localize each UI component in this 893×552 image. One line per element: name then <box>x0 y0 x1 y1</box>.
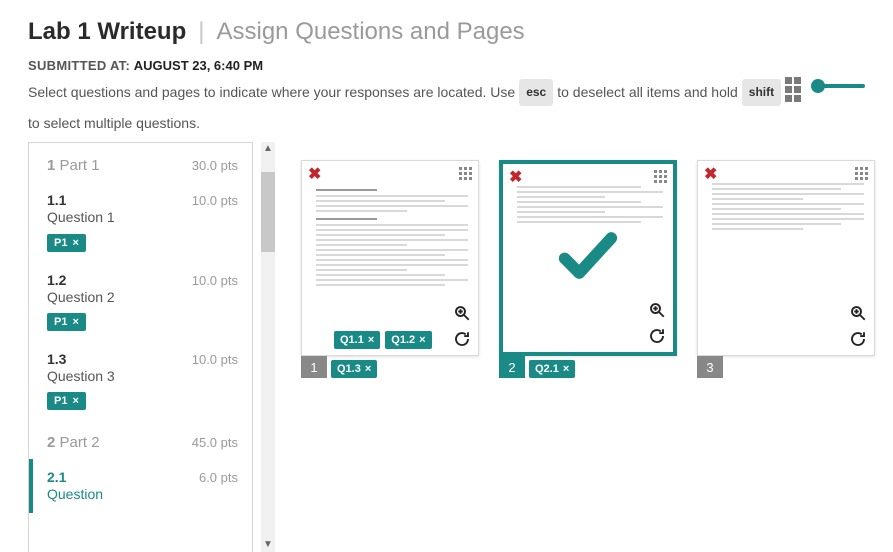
outline-scrollbar[interactable]: ▲ ▼ <box>253 142 283 552</box>
page-tag-p1[interactable]: P1 × <box>47 313 86 331</box>
shift-key: shift <box>742 79 781 106</box>
drag-handle-icon[interactable] <box>855 167 868 180</box>
page-card-3[interactable]: ✖ <box>697 160 875 356</box>
zoom-icon[interactable] <box>848 303 868 323</box>
question-1-2[interactable]: 1.2 10.0 pts Question 2 P1 × <box>29 262 252 341</box>
page-number-badge: 2 <box>499 356 525 378</box>
instr-text-3: to select multiple questions. <box>28 110 200 137</box>
question-2-1[interactable]: 2.1 6.0 pts Question <box>29 459 252 513</box>
remove-page-icon[interactable]: ✖ <box>308 167 321 183</box>
section-pts: 45.0 pts <box>192 435 238 450</box>
page-thumbnail <box>316 183 468 345</box>
zoom-icon[interactable] <box>647 300 667 320</box>
question-pts: 6.0 pts <box>199 470 238 485</box>
page-title-row: Lab 1 Writeup | Assign Questions and Pag… <box>28 18 865 46</box>
question-pts: 10.0 pts <box>192 193 238 208</box>
thumbnail-size-slider[interactable] <box>813 84 865 88</box>
page-tag-p1[interactable]: P1 × <box>47 234 86 252</box>
drag-handle-icon[interactable] <box>459 167 472 180</box>
esc-key: esc <box>519 79 553 106</box>
question-1-3[interactable]: 1.3 10.0 pts Question 3 P1 × <box>29 341 252 420</box>
question-pts: 10.0 pts <box>192 273 238 288</box>
section-num: 2 <box>47 434 55 451</box>
scroll-down-arrow[interactable]: ▼ <box>261 538 275 552</box>
rotate-icon[interactable] <box>452 329 472 349</box>
question-chip-q1-3[interactable]: Q1.3× <box>331 360 377 378</box>
close-icon[interactable]: × <box>72 237 78 249</box>
question-outline: 1 Part 1 30.0 pts 1.1 10.0 pts Question … <box>28 142 253 552</box>
rotate-icon[interactable] <box>647 326 667 346</box>
close-icon[interactable]: × <box>368 334 374 346</box>
question-title: Question 2 <box>47 288 238 306</box>
title-separator: | <box>198 18 204 46</box>
thumbnail-size-controls <box>785 77 865 95</box>
close-icon[interactable]: × <box>72 316 78 328</box>
close-icon[interactable]: × <box>419 334 425 346</box>
page-number-badge: 3 <box>697 356 723 378</box>
page-subtitle: Assign Questions and Pages <box>216 18 524 46</box>
submitted-row: SUBMITTED AT: AUGUST 23, 6:40 PM <box>28 58 865 73</box>
instr-text-2: to deselect all items and hold <box>557 79 738 106</box>
scroll-up-arrow[interactable]: ▲ <box>261 142 275 156</box>
section-name: Part 2 <box>60 434 100 451</box>
question-title: Question 3 <box>47 367 238 385</box>
section-pts: 30.0 pts <box>192 158 238 173</box>
submitted-label: SUBMITTED AT: <box>28 58 130 73</box>
section-name: Part 1 <box>60 157 100 174</box>
scroll-thumb[interactable] <box>261 172 275 252</box>
section-header-2[interactable]: 2 Part 2 45.0 pts <box>29 420 252 459</box>
close-icon[interactable]: × <box>365 363 371 375</box>
question-num: 1.2 <box>47 272 66 288</box>
remove-page-icon[interactable]: ✖ <box>509 170 522 186</box>
question-title: Question 1 <box>47 208 238 226</box>
page-card-2[interactable]: ✖ <box>499 160 677 356</box>
instructions: Select questions and pages to indicate w… <box>28 79 865 136</box>
question-chip-q1-2[interactable]: Q1.2× <box>385 331 431 349</box>
question-num: 1.1 <box>47 192 66 208</box>
close-icon[interactable]: × <box>72 395 78 407</box>
question-chip-q1-1[interactable]: Q1.1× <box>334 331 380 349</box>
question-chip-q2-1[interactable]: Q2.1× <box>529 360 575 378</box>
page-tag-p1[interactable]: P1 × <box>47 392 86 410</box>
page-number-badge: 1 <box>301 356 327 378</box>
question-title: Question <box>47 485 238 503</box>
section-header-1[interactable]: 1 Part 1 30.0 pts <box>29 143 252 182</box>
submitted-time: AUGUST 23, 6:40 PM <box>134 58 263 73</box>
question-num: 2.1 <box>47 469 66 485</box>
instr-text-1: Select questions and pages to indicate w… <box>28 79 515 106</box>
zoom-icon[interactable] <box>452 303 472 323</box>
assignment-title: Lab 1 Writeup <box>28 18 186 46</box>
question-pts: 10.0 pts <box>192 352 238 367</box>
remove-page-icon[interactable]: ✖ <box>704 167 717 183</box>
page-thumbnail <box>712 183 864 345</box>
pages-grid: ✖ <box>283 142 875 552</box>
close-icon[interactable]: × <box>563 363 569 375</box>
slider-thumb[interactable] <box>811 79 825 93</box>
question-1-1[interactable]: 1.1 10.0 pts Question 1 P1 × <box>29 182 252 261</box>
rotate-icon[interactable] <box>848 329 868 349</box>
drag-handle-icon[interactable] <box>654 170 667 183</box>
checkmark-icon <box>553 221 623 296</box>
page-card-1[interactable]: ✖ <box>301 160 479 356</box>
question-num: 1.3 <box>47 351 66 367</box>
section-num: 1 <box>47 157 55 174</box>
grid-icon[interactable] <box>785 77 803 95</box>
